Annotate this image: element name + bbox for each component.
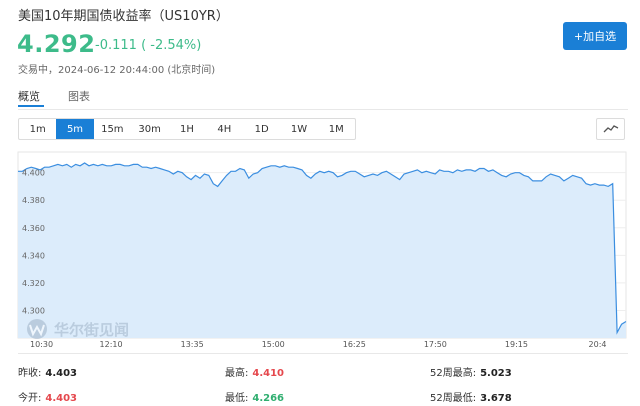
stat-label: 今开: <box>18 393 42 404</box>
period-1d[interactable]: 1D <box>243 119 280 139</box>
stat-value: 4.266 <box>252 393 285 404</box>
y-tick-label: 4.360 <box>22 224 45 233</box>
wallstreetcn-logo-icon <box>27 319 47 339</box>
tab-overview[interactable]: 概览 <box>18 88 40 104</box>
stat-label: 昨收: <box>18 368 42 379</box>
x-tick-label: 19:15 <box>505 340 528 349</box>
x-tick-label: 13:35 <box>181 340 204 349</box>
tab-divider <box>18 109 628 110</box>
stat-label: 52周最低: <box>430 393 477 404</box>
stat-value: 5.023 <box>480 368 512 379</box>
change-percent: ( -2.54%) <box>141 38 202 53</box>
y-tick-label: 4.340 <box>22 251 45 260</box>
period-1h[interactable]: 1H <box>168 119 205 139</box>
stat-label: 最低: <box>225 393 249 404</box>
price-area <box>18 163 626 338</box>
stat-open: 今开: 4.403 <box>18 389 77 404</box>
period-30m[interactable]: 30m <box>131 119 168 139</box>
trading-status: 交易中，2024-06-12 20:44:00 (北京时间) <box>18 65 216 76</box>
x-tick-label: 12:10 <box>100 340 123 349</box>
stat-value: 4.403 <box>45 393 78 404</box>
period-5m[interactable]: 5m <box>56 119 94 139</box>
active-tab-indicator <box>18 105 44 107</box>
y-tick-label: 4.320 <box>22 279 45 288</box>
x-tick-label: 20:4 <box>589 340 607 349</box>
tab-chart[interactable]: 图表 <box>68 88 90 104</box>
stat-low: 最低: 4.266 <box>225 389 284 404</box>
x-tick-label: 10:30 <box>30 340 53 349</box>
stat-label: 最高: <box>225 368 249 379</box>
x-tick-label: 16:25 <box>343 340 366 349</box>
stats-divider <box>18 353 628 354</box>
instrument-title: 美国10年期国债收益率（US10YR） <box>18 9 229 24</box>
stat-value: 4.403 <box>45 368 78 379</box>
period-4h[interactable]: 4H <box>206 119 243 139</box>
stat-value: 3.678 <box>480 393 512 404</box>
x-tick-label: 15:00 <box>262 340 285 349</box>
stat-label: 52周最高: <box>430 368 477 379</box>
stat-high: 最高: 4.410 <box>225 364 284 379</box>
change-value: -0.111 <box>95 38 137 53</box>
chart-type-button[interactable] <box>596 118 625 140</box>
period-selector: 1m 5m 15m 30m 1H 4H 1D 1W 1M <box>18 118 356 140</box>
stat-52w-low: 52周最低: 3.678 <box>430 389 512 404</box>
period-1mo[interactable]: 1M <box>318 119 355 139</box>
stat-value: 4.410 <box>252 368 285 379</box>
line-chart-icon <box>603 125 618 133</box>
watermark: 华尔街见闻 <box>26 318 129 340</box>
current-price: 4.292 <box>17 30 96 58</box>
stat-52w-high: 52周最高: 5.023 <box>430 364 512 379</box>
price-change: -0.111 ( -2.54%) <box>95 38 201 53</box>
period-1m[interactable]: 1m <box>19 119 56 139</box>
y-tick-label: 4.380 <box>22 196 45 205</box>
y-tick-label: 4.300 <box>22 306 45 315</box>
stat-prev-close: 昨收: 4.403 <box>18 364 77 379</box>
period-15m[interactable]: 15m <box>94 119 131 139</box>
period-1w[interactable]: 1W <box>280 119 317 139</box>
add-to-watchlist-button[interactable]: +加自选 <box>563 22 627 50</box>
y-tick-label: 4.400 <box>22 169 45 178</box>
x-tick-label: 17:50 <box>424 340 447 349</box>
watermark-text: 华尔街见闻 <box>54 320 130 339</box>
